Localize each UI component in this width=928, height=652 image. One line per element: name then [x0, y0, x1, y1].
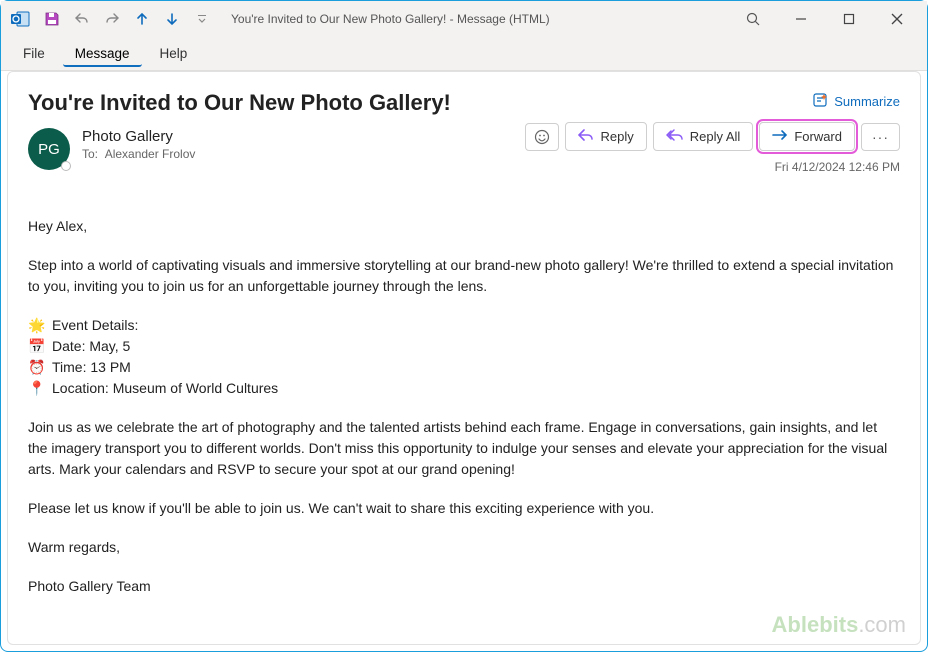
to-label: To:	[82, 147, 98, 161]
reply-all-label: Reply All	[690, 129, 741, 144]
forward-icon	[772, 128, 788, 145]
reply-icon	[578, 128, 594, 145]
clock-icon: ⏰	[28, 357, 46, 378]
forward-label: Forward	[794, 129, 842, 144]
received-timestamp: Fri 4/12/2024 12:46 PM	[775, 160, 900, 174]
menu-file[interactable]: File	[11, 40, 57, 67]
reply-button[interactable]: Reply	[565, 122, 646, 151]
event-details-block: 🌟 Event Details: 📅 Date: May, 5 ⏰ Time: …	[28, 315, 900, 399]
close-button[interactable]	[875, 1, 919, 37]
minimize-button[interactable]	[779, 1, 823, 37]
from-name[interactable]: Photo Gallery	[82, 128, 195, 145]
body-signature: Photo Gallery Team	[28, 576, 900, 597]
qat-overflow-button[interactable]	[189, 6, 215, 32]
watermark-suffix: .com	[858, 612, 906, 637]
reply-all-button[interactable]: Reply All	[653, 122, 754, 151]
outlook-app-icon	[9, 8, 31, 30]
redo-button[interactable]	[99, 6, 125, 32]
to-line: To: Alexander Frolov	[82, 147, 195, 161]
body-greeting: Hey Alex,	[28, 216, 900, 237]
body-para-2: Join us as we celebrate the art of photo…	[28, 417, 900, 480]
pin-icon: 📍	[28, 378, 46, 399]
forward-button[interactable]: Forward	[759, 122, 855, 151]
reply-all-icon	[666, 128, 684, 145]
maximize-button[interactable]	[827, 1, 871, 37]
sender-avatar[interactable]: PG	[28, 128, 70, 170]
next-item-button[interactable]	[159, 6, 185, 32]
details-location: Location: Museum of World Cultures	[52, 378, 278, 399]
reply-label: Reply	[600, 129, 633, 144]
menu-help[interactable]: Help	[148, 40, 200, 67]
summarize-button[interactable]: Summarize	[812, 92, 900, 111]
more-actions-button[interactable]: ···	[861, 123, 900, 151]
sparkle-icon: 🌟	[28, 315, 46, 336]
window-title: You're Invited to Our New Photo Gallery!…	[231, 12, 550, 26]
watermark-brand: Ablebits	[772, 612, 859, 637]
save-button[interactable]	[39, 6, 65, 32]
body-para-3: Please let us know if you'll be able to …	[28, 498, 900, 519]
undo-button[interactable]	[69, 6, 95, 32]
react-smile-button[interactable]	[525, 123, 559, 151]
details-date: Date: May, 5	[52, 336, 130, 357]
menubar: File Message Help	[1, 37, 927, 71]
details-title: Event Details:	[52, 315, 138, 336]
menu-message[interactable]: Message	[63, 40, 142, 67]
summarize-icon	[812, 92, 828, 111]
calendar-icon: 📅	[28, 336, 46, 357]
email-subject: You're Invited to Our New Photo Gallery!	[28, 90, 451, 116]
presence-indicator	[61, 161, 71, 171]
search-button[interactable]	[731, 1, 775, 37]
message-body: Hey Alex, Step into a world of captivati…	[28, 216, 900, 597]
summarize-label: Summarize	[834, 94, 900, 109]
details-time: Time: 13 PM	[52, 357, 131, 378]
message-pane: You're Invited to Our New Photo Gallery!…	[7, 71, 921, 645]
titlebar: You're Invited to Our New Photo Gallery!…	[1, 1, 927, 37]
avatar-initials: PG	[38, 141, 60, 158]
body-closing: Warm regards,	[28, 537, 900, 558]
prev-item-button[interactable]	[129, 6, 155, 32]
watermark: Ablebits.com	[772, 612, 906, 638]
to-recipient[interactable]: Alexander Frolov	[105, 147, 196, 161]
body-intro: Step into a world of captivating visuals…	[28, 255, 900, 297]
